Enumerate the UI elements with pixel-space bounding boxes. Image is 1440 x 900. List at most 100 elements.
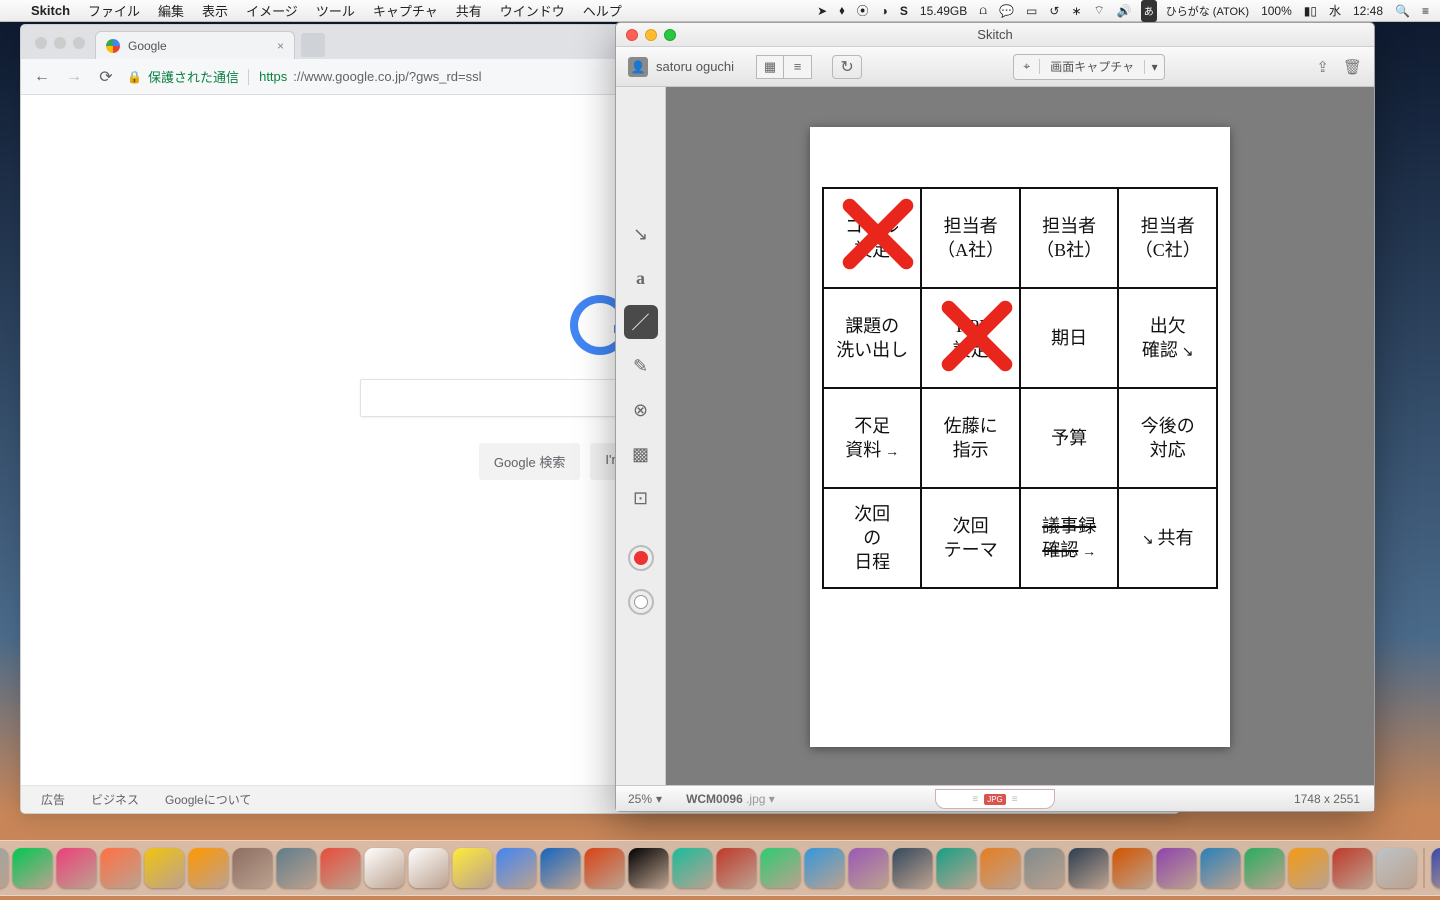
disk-free[interactable]: 15.49GB: [917, 0, 970, 22]
back-button[interactable]: ←: [31, 66, 53, 88]
bluetooth-icon[interactable]: ∗: [1068, 0, 1084, 22]
menu-capture[interactable]: キャプチャ: [364, 1, 447, 20]
tool-marker[interactable]: ✎: [624, 349, 658, 383]
chat-icon[interactable]: 💬: [996, 0, 1017, 22]
dock-app-34[interactable]: [1157, 848, 1197, 888]
dock-app-21[interactable]: [585, 848, 625, 888]
color-red-picker[interactable]: [628, 545, 654, 571]
dock-app-37[interactable]: [1289, 848, 1329, 888]
dock-app-12[interactable]: [189, 848, 229, 888]
skitch-canvas[interactable]: ゴール 設定 担当者 （A社） 担当者 （B社） 担当者 （C社） 課題の 洗い…: [666, 87, 1374, 785]
menu-image[interactable]: イメージ: [237, 1, 307, 20]
tool-text[interactable]: a: [624, 261, 658, 295]
menu-file[interactable]: ファイル: [79, 1, 149, 20]
tool-pixelate[interactable]: ▩: [624, 437, 658, 471]
toggle-icon[interactable]: ◑: [878, 0, 891, 22]
grid-view-icon[interactable]: ▦: [756, 55, 784, 79]
menu-window[interactable]: ウインドウ: [491, 1, 574, 20]
drag-handle[interactable]: ≡ JPG ≡: [935, 789, 1055, 809]
chrome-close-dot[interactable]: [35, 37, 47, 49]
address-bar[interactable]: 🔒 保護された通信 │ https://www.google.co.jp/?gw…: [127, 64, 482, 90]
menu-edit[interactable]: 編集: [149, 1, 193, 20]
dock-app-33[interactable]: [1113, 848, 1153, 888]
dock-app-19[interactable]: [497, 848, 537, 888]
dock-app-18[interactable]: [453, 848, 493, 888]
dock-app-9[interactable]: [57, 848, 97, 888]
trash-icon[interactable]: 🗑: [1343, 58, 1362, 76]
tool-line[interactable]: ／: [624, 305, 658, 339]
chevron-down-icon[interactable]: ▾: [1144, 60, 1164, 74]
dock-app-16[interactable]: [365, 848, 405, 888]
dock-app-27[interactable]: [849, 848, 889, 888]
dock-app-11[interactable]: [145, 848, 185, 888]
dock-app-22[interactable]: [629, 848, 669, 888]
reload-button[interactable]: ⟳: [95, 66, 117, 88]
dock-app-26[interactable]: [805, 848, 845, 888]
dock-app-30[interactable]: [981, 848, 1021, 888]
dock-app-29[interactable]: [937, 848, 977, 888]
dock-app-35[interactable]: [1201, 848, 1241, 888]
menu-view[interactable]: 表示: [193, 1, 237, 20]
menu-tool[interactable]: ツール: [307, 1, 364, 20]
share-icon[interactable]: ⇪: [1316, 58, 1329, 76]
notification-center-icon[interactable]: ≡: [1419, 0, 1432, 22]
skitch-account[interactable]: 👤 satoru oguchi: [628, 57, 734, 77]
dropbox-icon[interactable]: ⬧: [836, 0, 847, 22]
footer-about[interactable]: Googleについて: [165, 791, 251, 808]
dock-app-8[interactable]: [13, 848, 53, 888]
forward-button[interactable]: →: [63, 66, 85, 88]
dock-app-24[interactable]: [717, 848, 757, 888]
dock-app-15[interactable]: [321, 848, 361, 888]
new-tab-button[interactable]: [301, 33, 325, 57]
screen-icon[interactable]: ▭: [1023, 0, 1040, 22]
dock-app-17[interactable]: [409, 848, 449, 888]
dock-app-28[interactable]: [893, 848, 933, 888]
clock-time[interactable]: 12:48: [1350, 0, 1386, 22]
menu-share[interactable]: 共有: [447, 1, 491, 20]
dock-app-10[interactable]: [101, 848, 141, 888]
filename-field[interactable]: WCM0096 .jpg ▾: [674, 792, 775, 806]
clock-day[interactable]: 水: [1326, 0, 1344, 22]
tool-stamp[interactable]: ⊗: [624, 393, 658, 427]
macos-dock[interactable]: [0, 840, 1440, 896]
footer-ads[interactable]: 広告: [41, 791, 65, 808]
chrome-tab[interactable]: Google ×: [95, 31, 295, 59]
app-menu[interactable]: Skitch: [22, 3, 79, 18]
dock-app-7[interactable]: [0, 848, 9, 888]
volume-icon[interactable]: 🔊: [1114, 0, 1135, 22]
ime-label[interactable]: ひらがな (ATOK): [1163, 0, 1252, 22]
tool-crop[interactable]: ⊡: [624, 481, 658, 515]
list-view-icon[interactable]: ≡: [784, 55, 812, 79]
s-icon[interactable]: S: [897, 0, 911, 22]
dock-app-40[interactable]: [1432, 848, 1440, 888]
dock-app-39[interactable]: [1377, 848, 1417, 888]
timemachine-icon[interactable]: ↺: [1046, 0, 1062, 22]
ime-indicator[interactable]: あ: [1141, 0, 1157, 22]
capture-dropdown[interactable]: ⌖ 画面キャプチャ ▾: [1013, 54, 1165, 80]
stroke-width-picker[interactable]: [628, 589, 654, 615]
zoom-level[interactable]: 25% ▾: [616, 792, 674, 806]
view-mode-segment[interactable]: ▦ ≡: [756, 55, 812, 79]
tool-arrow[interactable]: ↘: [624, 217, 658, 251]
wifi-icon[interactable]: ⌔: [1091, 0, 1108, 22]
dock-app-23[interactable]: [673, 848, 713, 888]
google-search-button[interactable]: Google 検索: [479, 443, 581, 480]
chrome-traffic-lights[interactable]: [29, 37, 95, 59]
dock-app-20[interactable]: [541, 848, 581, 888]
dock-app-14[interactable]: [277, 848, 317, 888]
status-icon[interactable]: ➤: [814, 0, 830, 22]
tab-close-icon[interactable]: ×: [277, 39, 284, 53]
dock-app-38[interactable]: [1333, 848, 1373, 888]
sync-button[interactable]: ↻: [832, 55, 862, 79]
dock-app-13[interactable]: [233, 848, 273, 888]
chrome-min-dot[interactable]: [54, 37, 66, 49]
camera-icon[interactable]: ⦿: [854, 0, 872, 22]
battery-icon[interactable]: ▮▯: [1301, 0, 1320, 22]
dock-app-31[interactable]: [1025, 848, 1065, 888]
dock-app-25[interactable]: [761, 848, 801, 888]
chrome-max-dot[interactable]: [73, 37, 85, 49]
adobe-icon[interactable]: ⩍: [976, 0, 990, 22]
dock-app-36[interactable]: [1245, 848, 1285, 888]
menu-help[interactable]: ヘルプ: [574, 1, 631, 20]
battery-percent[interactable]: 100%: [1258, 0, 1295, 22]
